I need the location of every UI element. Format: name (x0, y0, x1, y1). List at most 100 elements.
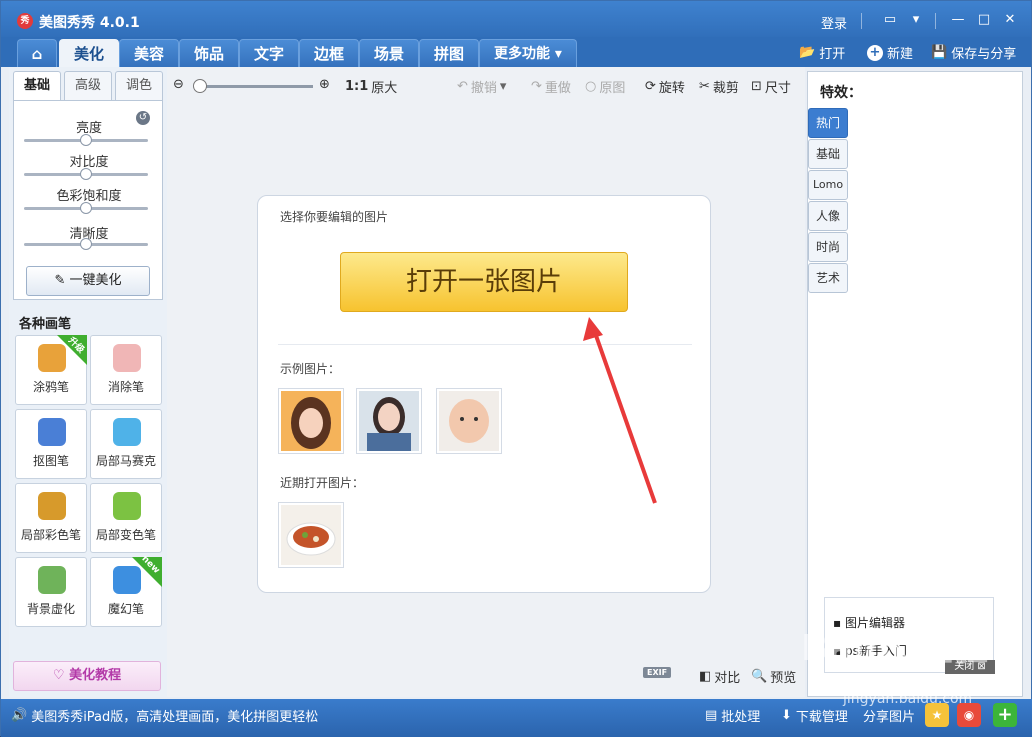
exif-icon: EXIF (643, 667, 672, 678)
share-image-button[interactable]: 分享图片 (863, 706, 915, 725)
slider-knob[interactable] (80, 134, 92, 146)
brush-local-color[interactable]: 局部彩色笔 (15, 483, 87, 553)
effect-tab-lomo[interactable]: Lomo (808, 170, 848, 200)
share-label: 分享图片 (863, 710, 916, 725)
open-label: 打开 (819, 47, 846, 62)
download-label: 下载管理 (795, 710, 848, 725)
baidu-watermark-url: jingyan.baidu.com (843, 691, 973, 707)
recolor-icon (113, 492, 141, 520)
new-label: 新建 (887, 47, 914, 62)
effect-tab-portrait[interactable]: 人像 (808, 201, 848, 231)
one-click-label: 一键美化 (69, 273, 122, 288)
baidu-watermark: Baidu经验 (801, 628, 989, 669)
separator (861, 13, 862, 29)
slider-knob[interactable] (80, 238, 92, 250)
title-bar: 秀 美图秀秀 4.0.1 登录 ▭ ▾ — □ ✕ (1, 1, 1031, 41)
brightness-slider[interactable] (24, 134, 148, 146)
saturation-slider[interactable] (24, 202, 148, 214)
brush-recolor[interactable]: 局部变色笔 (90, 483, 162, 553)
brush-label: 局部变色笔 (95, 528, 156, 542)
brightness-label: 亮度 (75, 121, 102, 136)
ipad-promo-text: 美图秀秀iPad版，高清处理画面，美化拼图更轻松 (31, 710, 319, 725)
batch-icon: ▤ (705, 708, 718, 723)
slider-knob[interactable] (80, 202, 92, 214)
one-click-beautify-button[interactable]: ✎ 一键美化 (26, 266, 150, 296)
message-icon[interactable]: ▭ (879, 11, 901, 29)
speaker-icon: 🔊 (11, 708, 28, 723)
adjust-panel: ↺ 亮度 对比度 色彩饱和度 清晰度 ✎ 一键美化 (13, 100, 163, 300)
subtab-basic[interactable]: 基础 (13, 71, 61, 101)
brush-label: 魔幻笔 (107, 602, 144, 616)
app-title: 美图秀秀 4.0.1 (39, 15, 140, 31)
effects-panel: 特效： 热门 基础 Lomo 人像 时尚 艺术 ▪ 图片编辑器 ▪ ps新手入门… (807, 71, 1023, 697)
tab-text[interactable]: 文字 (239, 39, 300, 67)
effects-title: 特效： (820, 85, 862, 101)
effect-tab-fashion[interactable]: 时尚 (808, 232, 848, 262)
tab-collage[interactable]: 拼图 (419, 39, 480, 67)
eraser-icon (113, 344, 141, 372)
subtab-color[interactable]: 调色 (115, 71, 163, 101)
download-manager-button[interactable]: ⬇ 下载管理 (781, 706, 848, 725)
chevron-down-icon: ▾ (554, 46, 562, 62)
adjust-subtabs: 基础 高级 调色 (13, 71, 163, 101)
tab-beauty[interactable]: 美容 (119, 39, 180, 67)
brush-label: 消除笔 (107, 380, 144, 394)
minimize-icon[interactable]: — (947, 11, 969, 29)
open-button[interactable]: 📂 打开 (799, 43, 845, 62)
separator (935, 13, 936, 29)
menu-icon[interactable]: ▾ (905, 11, 927, 29)
new-button[interactable]: + 新建 (867, 43, 913, 62)
ipad-promo-link[interactable]: 🔊 美图秀秀iPad版，高清处理画面，美化拼图更轻松 (11, 706, 318, 725)
plus-icon: + (867, 44, 883, 61)
effect-tab-art[interactable]: 艺术 (808, 263, 848, 293)
subtab-advanced[interactable]: 高级 (64, 71, 112, 101)
tab-beautify[interactable]: 美化 (59, 39, 120, 67)
brush-mosaic[interactable]: 局部马赛克 (90, 409, 162, 479)
save-icon: 💾 (931, 45, 948, 60)
mosaic-icon (113, 418, 141, 446)
close-icon[interactable]: ✕ (999, 11, 1021, 29)
tab-more[interactable]: 更多功能 ▾ (479, 39, 577, 67)
brush-magic[interactable]: 魔幻笔 new (90, 554, 162, 627)
login-link[interactable]: 登录 (821, 13, 847, 32)
exif-button[interactable]: EXIF (643, 667, 672, 678)
tab-scene[interactable]: 场景 (359, 39, 420, 67)
home-icon: ⌂ (31, 45, 43, 63)
effect-tab-basic[interactable]: 基础 (808, 139, 848, 169)
hands-icon: ♡ (52, 668, 65, 683)
batch-button[interactable]: ▤ 批处理 (705, 706, 760, 725)
canvas-area: ⊖ ⊕ 1:1 原大 ↶ 撤销 ▾ ↷ 重做 ○ 原图 ⟳ 旋转 ✂ 裁剪 ⊡ … (167, 67, 805, 697)
sharpness-slider[interactable] (24, 238, 148, 250)
add-icon[interactable]: + (993, 703, 1017, 727)
batch-label: 批处理 (721, 710, 761, 725)
download-icon: ⬇ (781, 708, 792, 723)
pen-icon (38, 418, 66, 446)
tutorial-button[interactable]: ♡ 美化教程 (13, 661, 161, 691)
wand-icon: ✎ (54, 273, 66, 288)
home-tab[interactable]: ⌂ (17, 39, 57, 67)
brush-cutout[interactable]: 抠图笔 (15, 409, 87, 479)
left-panel: 基础 高级 调色 ↺ 亮度 对比度 色彩饱和度 清晰度 ✎ 一键美化 各种画笔 … (9, 67, 167, 697)
color-brush-icon (38, 492, 66, 520)
compare-label: 对比 (714, 671, 741, 686)
brush-doodle[interactable]: 涂鸦笔 升级 (15, 335, 87, 405)
tab-frame[interactable]: 边框 (299, 39, 360, 67)
contrast-slider[interactable] (24, 168, 148, 180)
slider-knob[interactable] (80, 168, 92, 180)
save-share-button[interactable]: 💾 保存与分享 (931, 43, 1016, 62)
brush-eraser[interactable]: 消除笔 (90, 335, 162, 405)
save-label: 保存与分享 (951, 47, 1017, 62)
annotation-arrow (583, 317, 657, 504)
brush-label: 局部马赛克 (95, 454, 156, 468)
maximize-icon[interactable]: □ (973, 11, 995, 29)
effect-tab-hot[interactable]: 热门 (808, 108, 848, 138)
tab-accessories[interactable]: 饰品 (179, 39, 240, 67)
brush-label: 背景虚化 (26, 602, 75, 616)
compare-button[interactable]: ◧ 对比 (699, 667, 740, 686)
compare-icon: ◧ (699, 669, 712, 684)
preview-button[interactable]: 🔍 预览 (751, 667, 796, 686)
brush-section-title: 各种画笔 (19, 317, 72, 332)
preview-label: 预览 (770, 671, 797, 686)
brush-background-blur[interactable]: 背景虚化 (15, 557, 87, 627)
magnifier-icon: 🔍 (751, 669, 768, 684)
